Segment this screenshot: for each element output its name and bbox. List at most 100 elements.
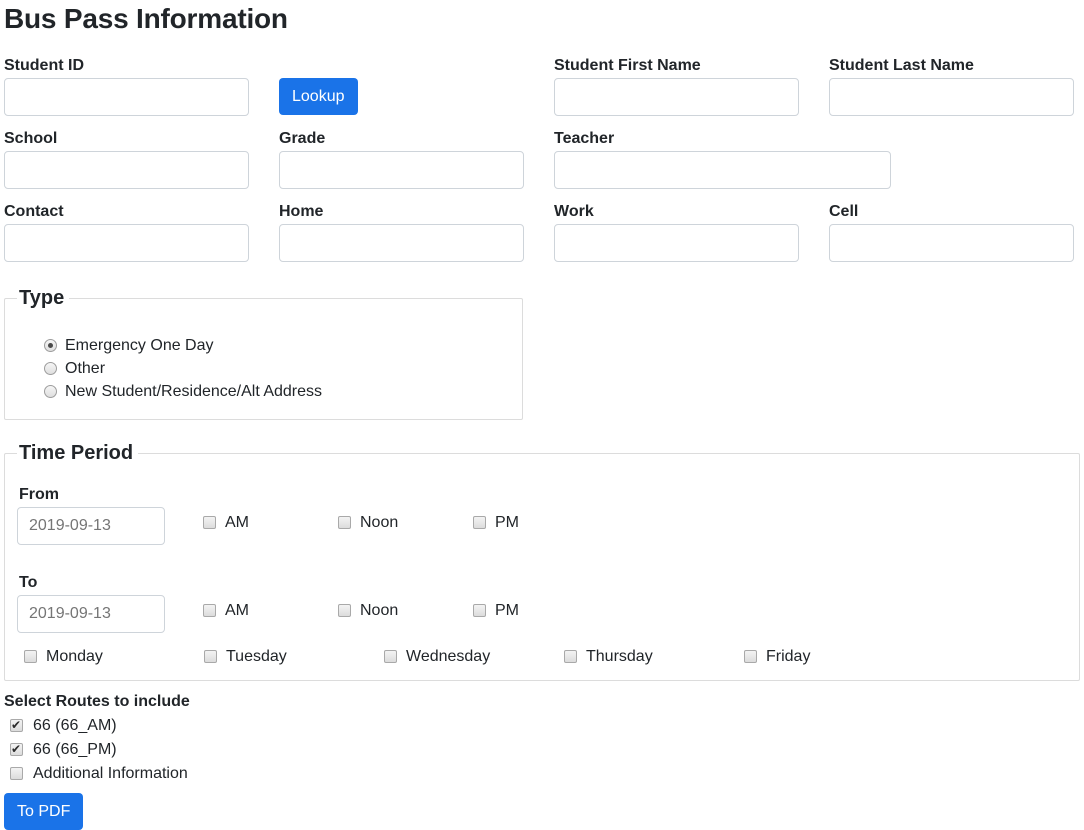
to-label: To (19, 573, 1067, 592)
checkbox-label: 66 (66_PM) (33, 740, 117, 759)
school-row: School Grade Teacher (4, 129, 1080, 202)
from-am-checkbox[interactable]: AM (203, 513, 338, 532)
weekday-tuesday-checkbox[interactable]: Tuesday (204, 647, 384, 666)
checkbox-label: Friday (766, 647, 810, 666)
radio-label: Other (65, 359, 105, 378)
route-66-am-checkbox[interactable]: 66 (66_AM) (10, 716, 1080, 735)
from-daypart-cluster: AM Noon PM (203, 513, 608, 532)
route-66-pm-checkbox[interactable]: 66 (66_PM) (10, 740, 1080, 759)
contact-input[interactable] (4, 224, 249, 262)
radio-icon (44, 385, 57, 398)
checkbox-label: Noon (360, 601, 398, 620)
cell-field: Cell (829, 202, 1074, 262)
student-first-name-field: Student First Name (554, 56, 799, 116)
radio-icon (44, 362, 57, 375)
checkbox-label: Monday (46, 647, 103, 666)
routes-label: Select Routes to include (4, 692, 1080, 711)
checkbox-icon (384, 650, 397, 663)
contact-label: Contact (4, 202, 249, 221)
student-first-name-label: Student First Name (554, 56, 799, 75)
weekday-row: Monday Tuesday Wednesday Thursday Friday (24, 647, 1067, 666)
work-label: Work (554, 202, 799, 221)
checkbox-icon (10, 719, 23, 732)
type-legend: Type (17, 288, 69, 308)
checkbox-icon (24, 650, 37, 663)
weekday-wednesday-checkbox[interactable]: Wednesday (384, 647, 564, 666)
student-row: Student ID Lookup Student First Name Stu… (4, 56, 1080, 129)
from-row: AM Noon PM (17, 507, 1067, 545)
from-label: From (19, 485, 1067, 504)
teacher-label: Teacher (554, 129, 1074, 148)
label-spacer (279, 56, 524, 78)
time-period-section: Time Period From AM Noon PM To AM (4, 443, 1080, 681)
type-radio-group: Emergency One Day Other New Student/Resi… (44, 336, 510, 401)
checkbox-label: AM (225, 601, 249, 620)
to-pdf-button[interactable]: To PDF (4, 793, 83, 830)
lookup-button[interactable]: Lookup (279, 78, 358, 115)
checkbox-label: 66 (66_AM) (33, 716, 117, 735)
checkbox-label: Wednesday (406, 647, 490, 666)
contact-field: Contact (4, 202, 249, 262)
checkbox-icon (473, 604, 486, 617)
school-input[interactable] (4, 151, 249, 189)
checkbox-icon (10, 767, 23, 780)
teacher-input[interactable] (554, 151, 891, 189)
checkbox-icon (203, 604, 216, 617)
student-id-field: Student ID (4, 56, 249, 116)
home-field: Home (279, 202, 524, 262)
weekday-friday-checkbox[interactable]: Friday (744, 647, 924, 666)
cell-input[interactable] (829, 224, 1074, 262)
checkbox-label: PM (495, 513, 519, 532)
type-radio-other[interactable]: Other (44, 359, 510, 378)
student-last-name-field: Student Last Name (829, 56, 1074, 116)
checkbox-icon (338, 516, 351, 529)
home-label: Home (279, 202, 524, 221)
school-label: School (4, 129, 249, 148)
checkbox-icon (203, 516, 216, 529)
to-am-checkbox[interactable]: AM (203, 601, 338, 620)
type-section: Type Emergency One Day Other New Student… (4, 288, 523, 420)
student-last-name-input[interactable] (829, 78, 1074, 116)
checkbox-label: Additional Information (33, 764, 188, 783)
to-pm-checkbox[interactable]: PM (473, 601, 608, 620)
contact-row: Contact Home Work Cell (4, 202, 1080, 275)
radio-label: Emergency One Day (65, 336, 214, 355)
radio-icon (44, 339, 57, 352)
checkbox-label: Noon (360, 513, 398, 532)
checkbox-label: Tuesday (226, 647, 287, 666)
checkbox-icon (10, 743, 23, 756)
checkbox-label: PM (495, 601, 519, 620)
from-date-input[interactable] (17, 507, 165, 545)
weekday-thursday-checkbox[interactable]: Thursday (564, 647, 744, 666)
cell-label: Cell (829, 202, 1074, 221)
student-first-name-input[interactable] (554, 78, 799, 116)
grade-input[interactable] (279, 151, 524, 189)
checkbox-icon (338, 604, 351, 617)
weekday-monday-checkbox[interactable]: Monday (24, 647, 204, 666)
lookup-field: Lookup (279, 56, 524, 116)
grade-label: Grade (279, 129, 524, 148)
type-radio-new-student[interactable]: New Student/Residence/Alt Address (44, 382, 510, 401)
work-input[interactable] (554, 224, 799, 262)
to-daypart-cluster: AM Noon PM (203, 601, 608, 620)
type-radio-emergency-one-day[interactable]: Emergency One Day (44, 336, 510, 355)
to-row: AM Noon PM (17, 595, 1067, 633)
time-period-legend: Time Period (17, 443, 138, 463)
to-date-input[interactable] (17, 595, 165, 633)
route-additional-info-checkbox[interactable]: Additional Information (10, 764, 1080, 783)
work-field: Work (554, 202, 799, 262)
student-last-name-label: Student Last Name (829, 56, 1074, 75)
checkbox-icon (204, 650, 217, 663)
routes-section: Select Routes to include 66 (66_AM) 66 (… (4, 692, 1080, 783)
to-noon-checkbox[interactable]: Noon (338, 601, 473, 620)
checkbox-icon (473, 516, 486, 529)
from-noon-checkbox[interactable]: Noon (338, 513, 473, 532)
checkbox-icon (744, 650, 757, 663)
checkbox-label: Thursday (586, 647, 653, 666)
home-input[interactable] (279, 224, 524, 262)
student-id-input[interactable] (4, 78, 249, 116)
from-pm-checkbox[interactable]: PM (473, 513, 608, 532)
checkbox-icon (564, 650, 577, 663)
page-title: Bus Pass Information (4, 2, 1080, 35)
grade-field: Grade (279, 129, 524, 189)
